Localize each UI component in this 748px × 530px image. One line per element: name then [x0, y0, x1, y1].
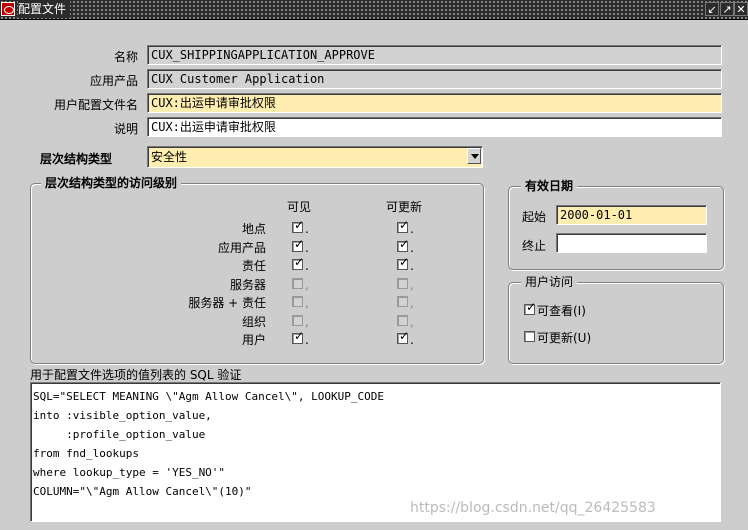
access-level-label: 应用产品: [217, 241, 266, 255]
visible-checkbox[interactable]: [292, 296, 303, 307]
visible-checkbox[interactable]: ✓: [292, 218, 305, 233]
visible-checkbox[interactable]: [292, 315, 303, 326]
checkmark-icon: ✓: [294, 237, 305, 251]
visible-checkbox[interactable]: ✓: [292, 255, 305, 270]
can-update-label: 可更新(U): [537, 331, 592, 345]
sql-line: into :visible_option_value,: [33, 409, 212, 422]
updatable-checkbox[interactable]: [397, 278, 408, 289]
checkbox-focus-mark: .: [305, 259, 309, 273]
name-field[interactable]: CUX_SHIPPINGAPPLICATION_APPROVE: [147, 45, 722, 65]
access-level-label: 服务器: [229, 278, 266, 292]
sql-validation-label: 用于配置文件选项的值列表的 SQL 验证: [30, 368, 242, 382]
checkbox-focus-mark: .: [410, 259, 414, 273]
checkmark-icon: ✓: [399, 237, 410, 251]
window-title-bar[interactable]: 配置文件 ↙ ↗ ✕: [0, 0, 748, 20]
end-date-label: 终止: [522, 239, 547, 253]
visible-checkbox[interactable]: [292, 278, 303, 289]
sql-line: where lookup_type = 'YES_NO'": [33, 466, 226, 479]
minimize-icon[interactable]: ↙: [705, 2, 719, 16]
can-update-checkbox[interactable]: [524, 331, 535, 342]
start-date-field[interactable]: 2000-01-01: [556, 205, 707, 225]
checkbox-focus-mark: ,: [305, 296, 309, 310]
checkbox-focus-mark: ,: [305, 315, 309, 329]
updatable-checkbox[interactable]: [397, 296, 408, 307]
checkbox-focus-mark: .: [305, 333, 309, 347]
end-date-field[interactable]: [556, 233, 707, 253]
checkmark-icon: ✓: [294, 329, 305, 343]
checkbox-focus-mark: ,: [305, 278, 309, 292]
chevron-down-icon[interactable]: [467, 148, 481, 164]
access-level-label: 组织: [241, 315, 266, 329]
application-label: 应用产品: [89, 74, 138, 88]
can-view-label: 可查看(I): [537, 304, 586, 318]
access-level-label: 用户: [241, 333, 266, 347]
effective-dates-title: 有效日期: [521, 179, 578, 194]
hierarchy-type-label: 层次结构类型: [40, 152, 113, 166]
sql-line: :profile_option_value: [33, 428, 206, 441]
access-level-label: 服务器 + 责任: [188, 296, 266, 310]
checkbox-focus-mark: .: [305, 222, 309, 236]
column-visible-header: 可见: [287, 200, 312, 214]
hierarchy-type-select[interactable]: 安全性: [147, 146, 483, 168]
sql-line: COLUMN="\"Agm Allow Cancel\"(10)": [33, 485, 252, 498]
checkmark-icon: ✓: [399, 255, 410, 269]
user-access-group: 用户访问: [508, 275, 724, 364]
checkbox-focus-mark: ,: [410, 315, 414, 329]
checkbox-focus-mark: .: [410, 333, 414, 347]
access-level-label: 责任: [241, 259, 266, 273]
hierarchy-type-value: 安全性: [151, 150, 188, 164]
user-profile-name-label: 用户配置文件名: [53, 98, 138, 112]
application-field[interactable]: CUX Customer Application: [147, 69, 722, 89]
access-levels-title: 层次结构类型的访问级别: [41, 176, 182, 191]
oracle-app-icon: [1, 2, 15, 16]
updatable-checkbox[interactable]: ✓: [397, 218, 410, 233]
can-view-checkbox[interactable]: ✓: [524, 300, 537, 315]
checkbox-focus-mark: ,: [410, 296, 414, 310]
checkbox-focus-mark: .: [410, 241, 414, 255]
effective-dates-group: 有效日期: [508, 179, 724, 270]
checkbox-focus-mark: .: [305, 241, 309, 255]
description-label: 说明: [113, 122, 138, 136]
updatable-checkbox[interactable]: ✓: [397, 255, 410, 270]
visible-checkbox[interactable]: ✓: [292, 329, 305, 344]
checkmark-icon: ✓: [294, 218, 305, 232]
updatable-checkbox[interactable]: ✓: [397, 237, 410, 252]
column-updatable-header: 可更新: [386, 200, 423, 214]
updatable-checkbox[interactable]: ✓: [397, 329, 410, 344]
sql-line: from fnd_lookups: [33, 447, 139, 460]
updatable-checkbox[interactable]: [397, 315, 408, 326]
window-title: 配置文件: [18, 1, 71, 18]
access-level-label: 地点: [241, 222, 266, 236]
user-access-title: 用户访问: [521, 275, 578, 290]
checkbox-focus-mark: .: [410, 222, 414, 236]
maximize-icon[interactable]: ↗: [720, 2, 734, 16]
checkmark-icon: ✓: [399, 218, 410, 232]
user-profile-name-field[interactable]: CUX:出运申请审批权限: [147, 93, 722, 113]
checkmark-icon: ✓: [294, 255, 305, 269]
name-label: 名称: [113, 50, 138, 64]
checkmark-icon: ✓: [399, 329, 410, 343]
close-icon[interactable]: ✕: [734, 2, 748, 16]
description-field[interactable]: CUX:出运申请审批权限: [147, 117, 722, 137]
watermark-text: https://blog.csdn.net/qq_26425583: [410, 500, 656, 516]
start-date-label: 起始: [522, 210, 547, 224]
sql-line: SQL="SELECT MEANING \"Agm Allow Cancel\"…: [33, 390, 384, 403]
visible-checkbox[interactable]: ✓: [292, 237, 305, 252]
checkmark-icon: ✓: [526, 300, 537, 314]
checkbox-focus-mark: ,: [410, 278, 414, 292]
